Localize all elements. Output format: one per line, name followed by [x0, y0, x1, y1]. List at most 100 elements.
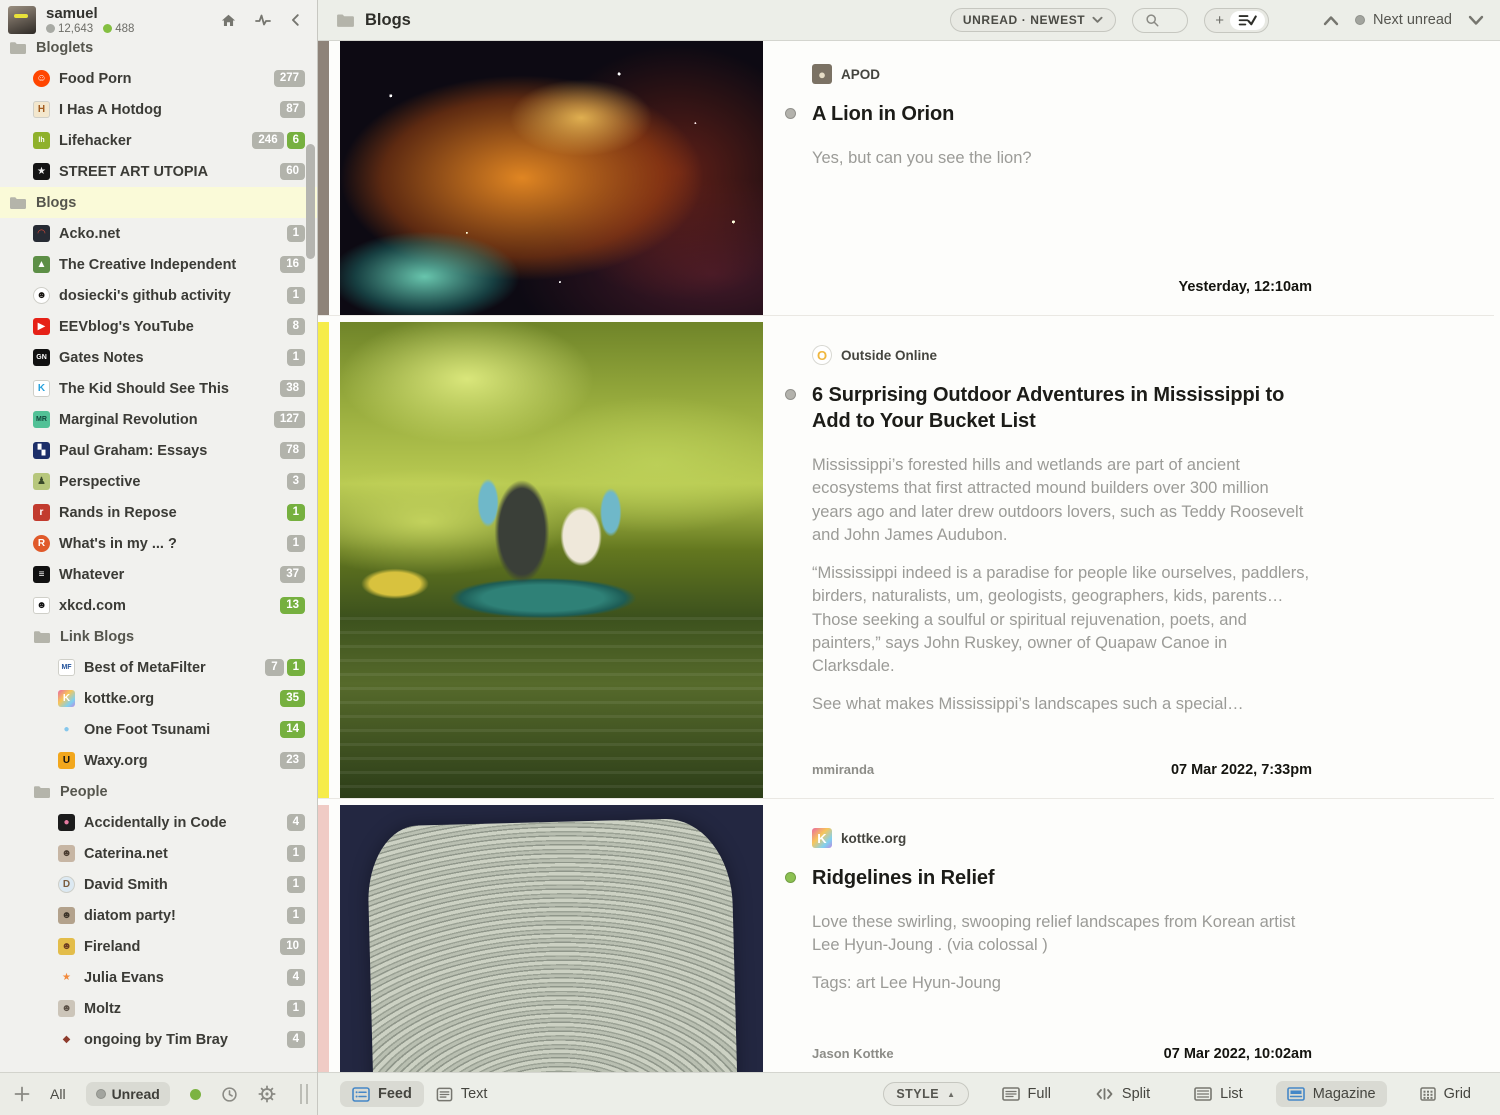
- article-thumbnail[interactable]: [340, 805, 763, 1072]
- sidebar-item[interactable]: ☻ Caterina.net 1: [0, 838, 317, 869]
- sidebar-item[interactable]: ☻ diatom party! 1: [0, 900, 317, 931]
- collapse-sidebar-icon[interactable]: [289, 12, 303, 28]
- feed-name[interactable]: kottke.org: [841, 831, 906, 846]
- folder-icon: [33, 630, 51, 644]
- sidebar-item[interactable]: U Waxy.org 23: [0, 745, 317, 776]
- view-grid-button[interactable]: Grid: [1409, 1081, 1482, 1107]
- next-item-button[interactable]: [1468, 15, 1484, 26]
- view-full-button[interactable]: Full: [991, 1081, 1062, 1107]
- article-card[interactable]: ● APOD A Lion in Orion Yes, but can you …: [318, 41, 1494, 316]
- sidebar-item[interactable]: People: [0, 776, 317, 807]
- feed-favicon: ≡: [33, 566, 50, 583]
- feed-name[interactable]: Outside Online: [841, 348, 937, 363]
- feed-favicon: ●: [58, 814, 75, 831]
- article-title[interactable]: A Lion in Orion: [812, 101, 1312, 127]
- sidebar-item[interactable]: ≡ Whatever 37: [0, 559, 317, 590]
- sidebar-item[interactable]: R What's in my ... ? 1: [0, 528, 317, 559]
- sidebar-item[interactable]: K The Kid Should See This 38: [0, 373, 317, 404]
- add-feed-button[interactable]: [14, 1086, 30, 1102]
- summary-paragraph: “Mississippi indeed is a paradise for pe…: [812, 562, 1312, 679]
- feed-favicon: ☺: [33, 70, 50, 87]
- sort-filter-dropdown[interactable]: UNREAD · NEWEST: [950, 8, 1116, 32]
- sidebar-item[interactable]: D David Smith 1: [0, 869, 317, 900]
- search-input[interactable]: [1132, 8, 1188, 33]
- feed-favicon: ☻: [58, 1000, 75, 1017]
- unread-badges: 87: [280, 101, 305, 118]
- grid-view-icon: [1420, 1087, 1436, 1101]
- sidebar-item[interactable]: ▚ Paul Graham: Essays 78: [0, 435, 317, 466]
- sidebar-item[interactable]: K kottke.org 35: [0, 683, 317, 714]
- settings-gear-icon[interactable]: [258, 1085, 276, 1103]
- unread-dot[interactable]: [785, 389, 796, 400]
- sidebar-item[interactable]: MF Best of MetaFilter 71: [0, 652, 317, 683]
- sidebar-item[interactable]: ★ STREET ART UTOPIA 60: [0, 156, 317, 187]
- sidebar-item[interactable]: MR Marginal Revolution 127: [0, 404, 317, 435]
- sidebar-item-label: Rands in Repose: [59, 505, 278, 521]
- add-actions-group[interactable]: +: [1204, 8, 1269, 33]
- sidebar-header: samuel 12,643 488: [0, 0, 317, 40]
- feed-name[interactable]: APOD: [841, 67, 880, 82]
- unread-badges: 4: [287, 1031, 305, 1048]
- sidebar-item[interactable]: GN Gates Notes 1: [0, 342, 317, 373]
- filter-unread-button[interactable]: Unread: [86, 1082, 170, 1106]
- unread-count-badge: 1: [287, 225, 305, 242]
- article-title[interactable]: 6 Surprising Outdoor Adventures in Missi…: [812, 382, 1312, 434]
- folder-icon: [9, 41, 27, 55]
- filter-starred-green-dot[interactable]: [190, 1089, 201, 1100]
- article-card[interactable]: K kottke.org Ridgelines in Relief Love t…: [318, 805, 1494, 1072]
- unread-count-badge: 1: [287, 876, 305, 893]
- sidebar-item[interactable]: ☻ Fireland 10: [0, 931, 317, 962]
- sidebar-item[interactable]: ♟ Perspective 3: [0, 466, 317, 497]
- style-dropdown[interactable]: STYLE▲: [883, 1082, 968, 1106]
- pane-resize-handle[interactable]: [300, 1084, 308, 1104]
- article-thumbnail[interactable]: [340, 41, 763, 315]
- sidebar-item[interactable]: lh Lifehacker 2466: [0, 125, 317, 156]
- sidebar-item[interactable]: ☺ Food Porn 277: [0, 63, 317, 94]
- article-summary: Love these swirling, swooping relief lan…: [812, 911, 1312, 1009]
- unread-dot[interactable]: [785, 108, 796, 119]
- mark-all-read-icon[interactable]: [1230, 11, 1265, 30]
- sidebar-item[interactable]: ☻ dosiecki's github activity 1: [0, 280, 317, 311]
- summary-paragraph: Yes, but can you see the lion?: [812, 147, 1312, 170]
- unread-dot[interactable]: [785, 872, 796, 883]
- sidebar-item-label: Whatever: [59, 567, 271, 583]
- user-avatar[interactable]: [8, 6, 36, 34]
- view-magazine-button[interactable]: Magazine: [1276, 1081, 1387, 1107]
- article-thumbnail[interactable]: [340, 322, 763, 798]
- sidebar-item[interactable]: r Rands in Repose 1: [0, 497, 317, 528]
- sidebar-item[interactable]: H I Has A Hotdog 87: [0, 94, 317, 125]
- recently-read-clock-icon[interactable]: [221, 1086, 238, 1103]
- sidebar-item-label: Marginal Revolution: [59, 412, 265, 428]
- sidebar-item[interactable]: Link Blogs: [0, 621, 317, 652]
- sidebar-item[interactable]: Bloglets: [0, 40, 317, 63]
- sidebar-scrollbar[interactable]: [306, 144, 315, 259]
- sidebar-item[interactable]: Blogs: [0, 187, 317, 218]
- view-list-button[interactable]: List: [1183, 1081, 1254, 1107]
- filter-all-button[interactable]: All: [50, 1086, 66, 1102]
- sidebar-item[interactable]: ★ Julia Evans 4: [0, 962, 317, 993]
- sidebar-item[interactable]: ◠ Acko.net 1: [0, 218, 317, 249]
- tab-text[interactable]: Text: [424, 1081, 500, 1107]
- tab-feed[interactable]: Feed: [340, 1081, 424, 1107]
- sidebar-item[interactable]: ☻ xkcd.com 13: [0, 590, 317, 621]
- next-unread-button[interactable]: Next unread: [1355, 12, 1452, 28]
- unread-badges: 23: [280, 752, 305, 769]
- sidebar-item[interactable]: ◆ ongoing by Tim Bray 4: [0, 1024, 317, 1055]
- home-icon[interactable]: [220, 12, 237, 29]
- sidebar-item[interactable]: ☻ Moltz 1: [0, 993, 317, 1024]
- sidebar-item[interactable]: ● Accidentally in Code 4: [0, 807, 317, 838]
- unread-count-badge: 4: [287, 1031, 305, 1048]
- plus-icon[interactable]: +: [1215, 13, 1224, 28]
- previous-item-button[interactable]: [1323, 15, 1339, 26]
- unread-badges: 4: [287, 814, 305, 831]
- sidebar-item[interactable]: ● One Foot Tsunami 14: [0, 714, 317, 745]
- unread-badges: 1: [287, 225, 305, 242]
- sidebar-item[interactable]: ▶ EEVblog's YouTube 8: [0, 311, 317, 342]
- sidebar-item[interactable]: ▲ The Creative Independent 16: [0, 249, 317, 280]
- feed-list: Bloglets ☺ Food Porn 277 H I Has A Hotdo…: [0, 40, 317, 1072]
- article-card[interactable]: O Outside Online 6 Surprising Outdoor Ad…: [318, 322, 1494, 799]
- sidebar-item-label: Best of MetaFilter: [84, 660, 256, 676]
- article-title[interactable]: Ridgelines in Relief: [812, 865, 1312, 891]
- view-split-button[interactable]: Split: [1084, 1081, 1161, 1107]
- activity-icon[interactable]: [254, 12, 272, 28]
